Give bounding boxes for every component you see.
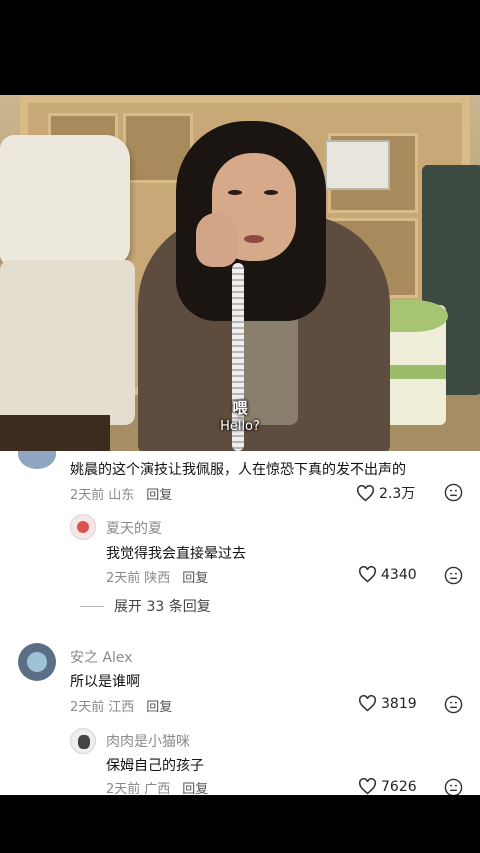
avatar[interactable] (70, 728, 96, 754)
comment-time: 2天前 (106, 571, 141, 586)
subtitle-chinese: 喂 (232, 399, 248, 417)
commenter-name[interactable]: 肉肉是小猫咪 (106, 731, 190, 751)
avatar[interactable] (70, 514, 96, 540)
divider (80, 605, 104, 607)
comment-text: 我觉得我会直接晕过去 (106, 546, 246, 562)
expand-replies-label: 展开 33 条回复 (114, 599, 211, 615)
comment-time: 2天前 (70, 488, 105, 503)
comment-location: 江西 (108, 700, 135, 715)
comment-section: 姚晨的这个演技让我佩服，人在惊恐下真的发不出声的 2天前 山东 回复 2.3万 夏天… (0, 451, 480, 795)
storage-box (325, 140, 390, 190)
like-count: 4340 (381, 566, 417, 583)
comment-meta: 2天前 江西 回复 (70, 696, 172, 715)
comment-location: 山东 (108, 488, 135, 503)
heart-outline-icon (356, 484, 375, 501)
reply-button[interactable]: 回复 (146, 700, 172, 715)
comment-text: 所以是谁啊 (70, 674, 140, 690)
heart-outline-icon (358, 778, 377, 795)
like-button[interactable]: 3819 (358, 695, 417, 712)
frown-face-icon[interactable] (444, 483, 463, 502)
frown-face-icon[interactable] (444, 778, 463, 795)
comment-meta: 2天前 山东 回复 (70, 484, 172, 503)
reply-button[interactable]: 回复 (182, 782, 208, 795)
comment-text: 姚晨的这个演技让我佩服，人在惊恐下真的发不出声的 (70, 462, 406, 478)
comment-meta: 2天前 广西 回复 (106, 778, 208, 795)
comment-time: 2天前 (70, 700, 105, 715)
commenter-name[interactable]: 夏天的夏 (106, 518, 162, 538)
comment-location: 广西 (144, 782, 171, 795)
reply-button[interactable]: 回复 (182, 571, 208, 586)
avatar[interactable] (18, 643, 56, 681)
like-count: 7626 (381, 778, 417, 795)
heart-outline-icon (358, 566, 377, 583)
sofa (0, 135, 130, 265)
bottom-letterbox (0, 795, 480, 853)
comment-meta: 2天前 陕西 回复 (106, 567, 208, 586)
frown-face-icon[interactable] (444, 566, 463, 585)
like-button[interactable]: 4340 (358, 566, 417, 583)
video-player[interactable]: 喂 Hello? (0, 95, 480, 451)
comment-text: 保姆自己的孩子 (106, 758, 204, 774)
heart-outline-icon (358, 695, 377, 712)
subtitle-english: Hello? (220, 419, 260, 434)
comment-time: 2天前 (106, 782, 141, 795)
frown-face-icon[interactable] (444, 695, 463, 714)
reply-button[interactable]: 回复 (146, 488, 172, 503)
like-count: 3819 (381, 695, 417, 712)
expand-replies-button[interactable]: 展开 33 条回复 (80, 596, 211, 616)
like-button[interactable]: 2.3万 (356, 483, 415, 503)
hand-holding-phone (196, 213, 238, 267)
top-letterbox (0, 0, 480, 95)
avatar[interactable] (18, 451, 56, 469)
like-count: 2.3万 (379, 486, 416, 502)
comment-location: 陕西 (144, 571, 171, 586)
commenter-name[interactable]: 安之 Alex (70, 647, 133, 667)
like-button[interactable]: 7626 (358, 778, 417, 795)
